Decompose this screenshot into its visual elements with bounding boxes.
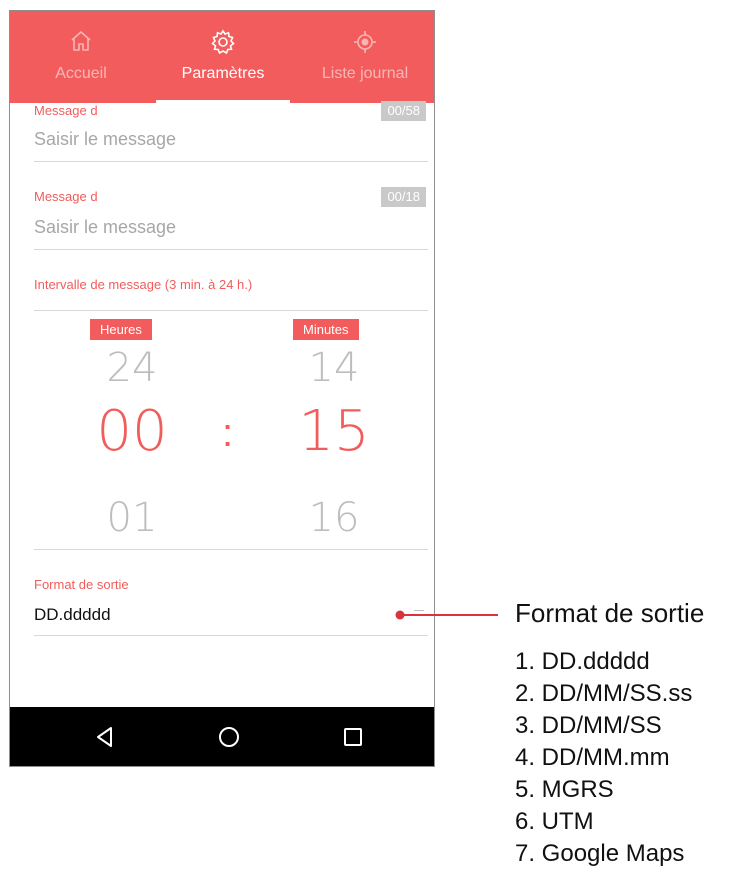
annotation-item: 1. DD.ddddd xyxy=(515,648,650,675)
annotation-title: Format de sortie xyxy=(515,598,705,628)
annotation-item: 4. DD/MM.mm xyxy=(515,744,670,771)
annotation-item: 6. UTM xyxy=(515,808,594,835)
annotation-item: 5. MGRS xyxy=(515,776,614,803)
annotation-item: 7. Google Maps xyxy=(515,840,685,867)
annotation-item: 2. DD/MM/SS.ss xyxy=(515,680,693,707)
annotation-item: 3. DD/MM/SS xyxy=(515,712,662,739)
